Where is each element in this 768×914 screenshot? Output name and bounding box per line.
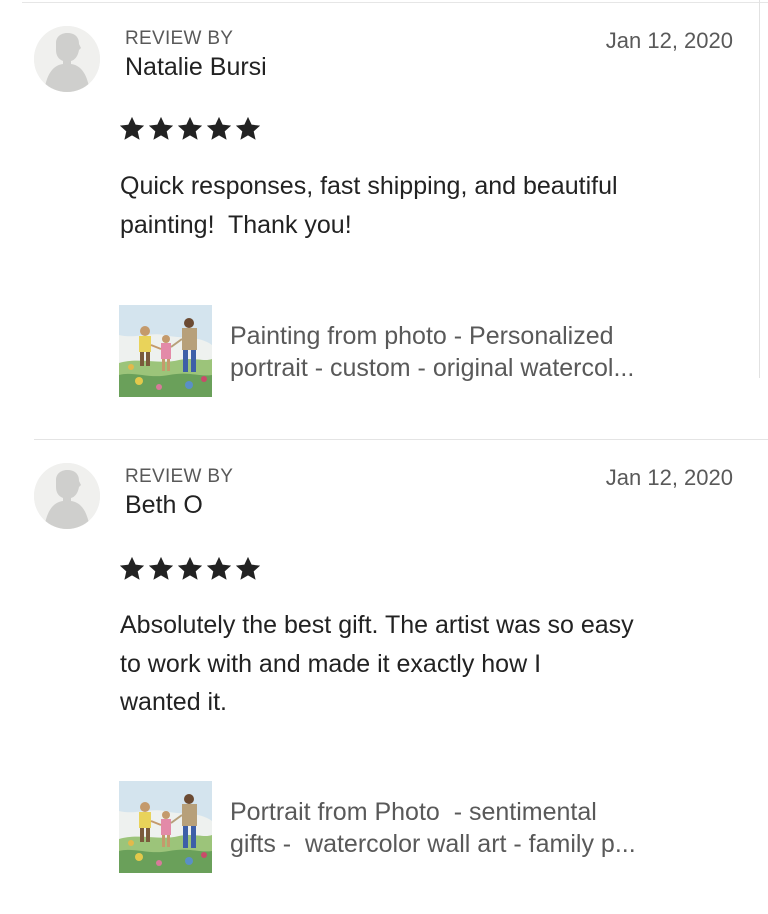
star-icon (205, 115, 233, 143)
star-icon (205, 555, 233, 583)
review-card: REVIEW BY Beth O Jan 12, 2020 Absolutely… (0, 440, 768, 914)
person-silhouette-icon[interactable] (34, 463, 100, 529)
star-icon (234, 115, 262, 143)
review-date: Jan 12, 2020 (605, 28, 733, 53)
review-by-label: REVIEW BY (125, 28, 234, 49)
reviewer-name[interactable]: Natalie Bursi (125, 53, 267, 82)
listing-title[interactable]: Painting from photo - Personalized portr… (230, 321, 730, 384)
review-card: REVIEW BY Natalie Bursi Jan 12, 2020 Qui… (0, 0, 768, 440)
review-by-label: REVIEW BY (125, 466, 234, 487)
listing-thumbnail[interactable] (119, 305, 212, 397)
listing-thumbnail[interactable] (119, 781, 212, 873)
listing-link[interactable]: Portrait from Photo - sentimental gifts … (119, 781, 730, 873)
star-icon (147, 555, 175, 583)
listing-title[interactable]: Portrait from Photo - sentimental gifts … (230, 797, 730, 860)
listing-link[interactable]: Painting from photo - Personalized portr… (119, 305, 730, 397)
star-rating (118, 115, 262, 143)
star-icon (118, 555, 146, 583)
review-date: Jan 12, 2020 (605, 465, 733, 490)
reviewer-name[interactable]: Beth O (125, 491, 203, 520)
person-silhouette-icon[interactable] (34, 26, 100, 92)
star-rating (118, 555, 262, 583)
star-icon (176, 555, 204, 583)
star-icon (147, 115, 175, 143)
star-icon (234, 555, 262, 583)
review-text: Quick responses, fast shipping, and beau… (120, 172, 618, 239)
star-icon (118, 115, 146, 143)
review-text: Absolutely the best gift. The artist was… (120, 611, 634, 716)
star-icon (176, 115, 204, 143)
